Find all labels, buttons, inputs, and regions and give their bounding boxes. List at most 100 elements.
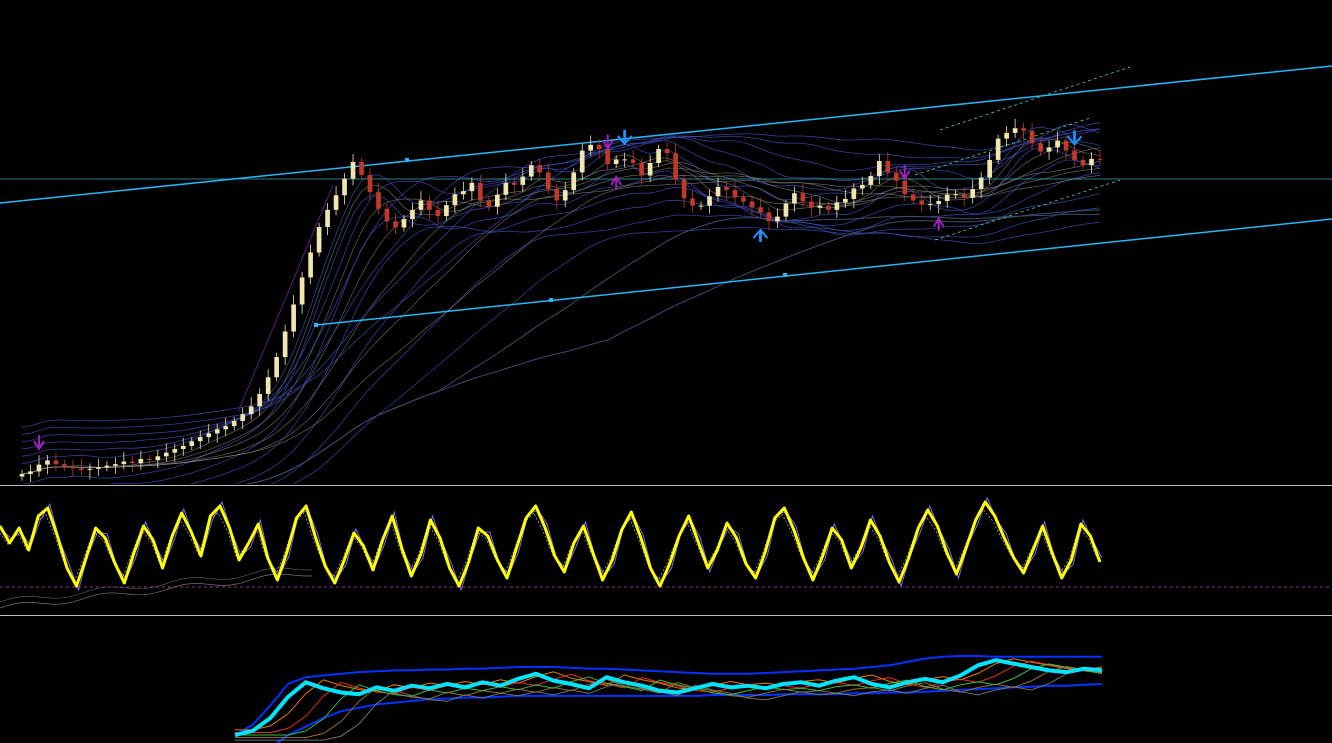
- candlestick: [384, 203, 390, 231]
- candlestick: [978, 172, 984, 199]
- bands-average-line: [235, 663, 1103, 736]
- bands-average-line: [235, 668, 1103, 741]
- candlestick: [961, 187, 967, 206]
- candlestick: [859, 176, 865, 196]
- candlestick: [36, 455, 42, 477]
- candlestick: [401, 215, 407, 232]
- candlestick: [265, 369, 271, 401]
- candlestick: [19, 469, 25, 481]
- candlestick: [350, 153, 356, 186]
- candlestick: [1004, 126, 1009, 147]
- candlestick: [62, 459, 67, 471]
- bands-chart: [234, 655, 1103, 743]
- candlestick: [223, 418, 229, 437]
- candlestick: [367, 168, 373, 201]
- candlestick: [834, 195, 840, 218]
- candlestick: [325, 203, 330, 236]
- candlestick: [817, 197, 823, 215]
- envelope-line: [21, 128, 1101, 428]
- candlestick: [96, 459, 101, 476]
- candlestick: [299, 271, 305, 314]
- bands-pane: [0, 618, 1332, 743]
- envelope-line: [21, 126, 1101, 464]
- envelope-line: [21, 128, 1101, 435]
- candlestick: [469, 177, 475, 201]
- candlestick: [690, 190, 695, 213]
- candlestick: [766, 206, 772, 231]
- candlestick: [291, 295, 296, 337]
- candlestick: [393, 213, 398, 235]
- channel-lower-line: [315, 218, 1332, 326]
- candlestick: [1080, 155, 1086, 170]
- channel-anchor: [549, 298, 553, 302]
- envelope-line: [270, 207, 1101, 484]
- candlestick: [257, 388, 263, 416]
- channel-anchor: [783, 273, 787, 277]
- candlestick: [554, 183, 560, 210]
- candlestick: [698, 201, 704, 210]
- oscillator-gray-line: [0, 567, 313, 603]
- oscillator-chart: [0, 496, 1332, 609]
- envelope-line: [21, 128, 1101, 443]
- dashed-channel-line: [939, 66, 1131, 131]
- candlestick: [359, 157, 364, 180]
- price-chart: [0, 0, 1332, 484]
- signal-arrow-up: [932, 216, 945, 231]
- candlestick: [427, 195, 432, 220]
- candlestick: [274, 352, 279, 382]
- moving-average-line: [21, 168, 1101, 475]
- bands-average-line: [235, 665, 1103, 738]
- signal-arrow-up: [752, 228, 769, 243]
- candlestick: [792, 186, 797, 212]
- candlestick: [783, 199, 789, 221]
- candlestick: [435, 201, 441, 223]
- oscillator-gray-line: [0, 573, 313, 609]
- candlestick: [130, 456, 135, 473]
- candlestick: [995, 134, 1001, 165]
- candlestick: [1046, 140, 1052, 160]
- candlestick: [537, 158, 543, 181]
- signal-arrow-down: [601, 134, 614, 151]
- pane-separator[interactable]: [0, 485, 1332, 486]
- candlestick: [656, 144, 661, 168]
- candlestick: [741, 193, 746, 206]
- price-chart-pane: [0, 0, 1332, 484]
- candlestick: [1072, 142, 1077, 167]
- oscillator-pane: [0, 488, 1332, 614]
- candlestick: [28, 464, 33, 483]
- candlestick: [520, 168, 526, 192]
- candlestick: [707, 189, 712, 214]
- candlestick: [970, 179, 976, 204]
- candlestick: [486, 196, 492, 211]
- channel-upper-line: [0, 65, 1332, 204]
- candlestick: [1021, 122, 1026, 141]
- candlestick: [571, 168, 577, 195]
- candlestick: [1089, 152, 1094, 174]
- candlestick: [53, 452, 59, 471]
- candlestick: [1012, 118, 1018, 139]
- candlestick: [876, 154, 882, 185]
- candlestick: [673, 143, 678, 186]
- channel-anchor: [314, 323, 318, 327]
- candlestick: [316, 222, 322, 257]
- candlestick: [282, 324, 288, 366]
- candlestick: [248, 397, 254, 420]
- candlestick: [579, 143, 585, 181]
- channel-anchor: [405, 158, 409, 162]
- candlestick: [495, 188, 500, 215]
- envelope-line: [21, 124, 1101, 457]
- candlestick: [308, 244, 313, 285]
- envelope-line: [21, 147, 1101, 484]
- candlestick: [342, 173, 347, 205]
- candlestick: [868, 171, 874, 190]
- candlestick: [333, 185, 339, 216]
- trend-line: [237, 184, 334, 413]
- pane-separator[interactable]: [0, 615, 1332, 616]
- candlestick: [452, 187, 458, 214]
- candlestick: [189, 437, 195, 451]
- candlestick: [113, 457, 118, 474]
- oscillator-main-line: [0, 500, 1102, 588]
- candlestick: [444, 201, 449, 221]
- candlestick: [1097, 149, 1103, 165]
- candlestick: [809, 196, 814, 218]
